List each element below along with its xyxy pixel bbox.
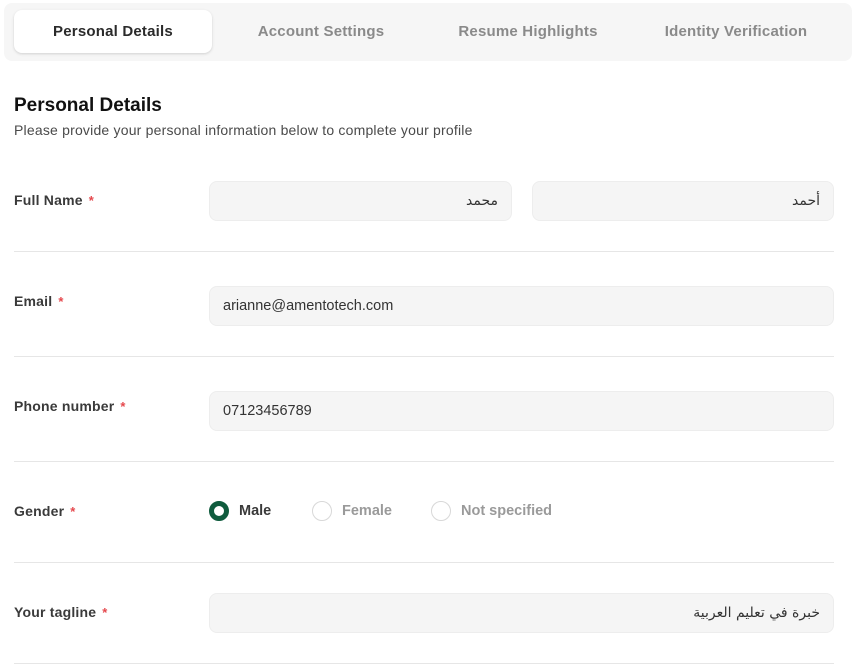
required-marker: * (88, 193, 94, 208)
divider (14, 461, 834, 462)
tagline-value: خبرة في تعليم العربية (693, 605, 820, 621)
tab-personal-details[interactable]: Personal Details (14, 10, 212, 53)
phone-label-text: Phone number (14, 398, 115, 414)
section-title: Personal Details (14, 95, 162, 116)
gender-label-text: Gender (14, 503, 65, 519)
first-name-value: محمد (466, 193, 498, 209)
gender-option-male[interactable]: Male (209, 500, 271, 522)
divider (14, 663, 834, 664)
radio-not-specified[interactable] (431, 501, 451, 521)
tagline-input[interactable]: خبرة في تعليم العربية (209, 593, 834, 633)
divider (14, 251, 834, 252)
gender-option-female[interactable]: Female (312, 500, 392, 522)
last-name-value: أحمد (792, 193, 820, 209)
tab-resume-highlights[interactable]: Resume Highlights (429, 10, 627, 53)
phone-value: 07123456789 (223, 403, 312, 419)
email-label-text: Email (14, 293, 53, 309)
email-label: Email * (14, 293, 64, 309)
full-name-label-text: Full Name (14, 192, 83, 208)
radio-male[interactable] (209, 501, 229, 521)
phone-input[interactable]: 07123456789 (209, 391, 834, 431)
gender-label: Gender * (14, 503, 75, 519)
last-name-input[interactable]: أحمد (532, 181, 834, 221)
phone-label: Phone number * (14, 398, 126, 414)
section-subtitle: Please provide your personal information… (14, 122, 473, 138)
required-marker: * (70, 504, 76, 519)
tab-identity-verification[interactable]: Identity Verification (637, 10, 835, 53)
required-marker: * (58, 294, 64, 309)
tagline-label: Your tagline * (14, 604, 108, 620)
email-input[interactable]: arianne@amentotech.com (209, 286, 834, 326)
required-marker: * (120, 399, 126, 414)
radio-female[interactable] (312, 501, 332, 521)
email-value: arianne@amentotech.com (223, 298, 394, 314)
divider (14, 562, 834, 563)
tab-account-settings[interactable]: Account Settings (222, 10, 420, 53)
divider (14, 356, 834, 357)
tab-bar: Personal Details Account Settings Resume… (4, 3, 852, 61)
full-name-label: Full Name * (14, 192, 94, 208)
radio-female-label[interactable]: Female (342, 503, 392, 519)
radio-not-specified-label[interactable]: Not specified (461, 503, 552, 519)
tagline-label-text: Your tagline (14, 604, 97, 620)
first-name-input[interactable]: محمد (209, 181, 512, 221)
gender-option-not-specified[interactable]: Not specified (431, 500, 552, 522)
required-marker: * (102, 605, 108, 620)
radio-male-label[interactable]: Male (239, 503, 271, 519)
